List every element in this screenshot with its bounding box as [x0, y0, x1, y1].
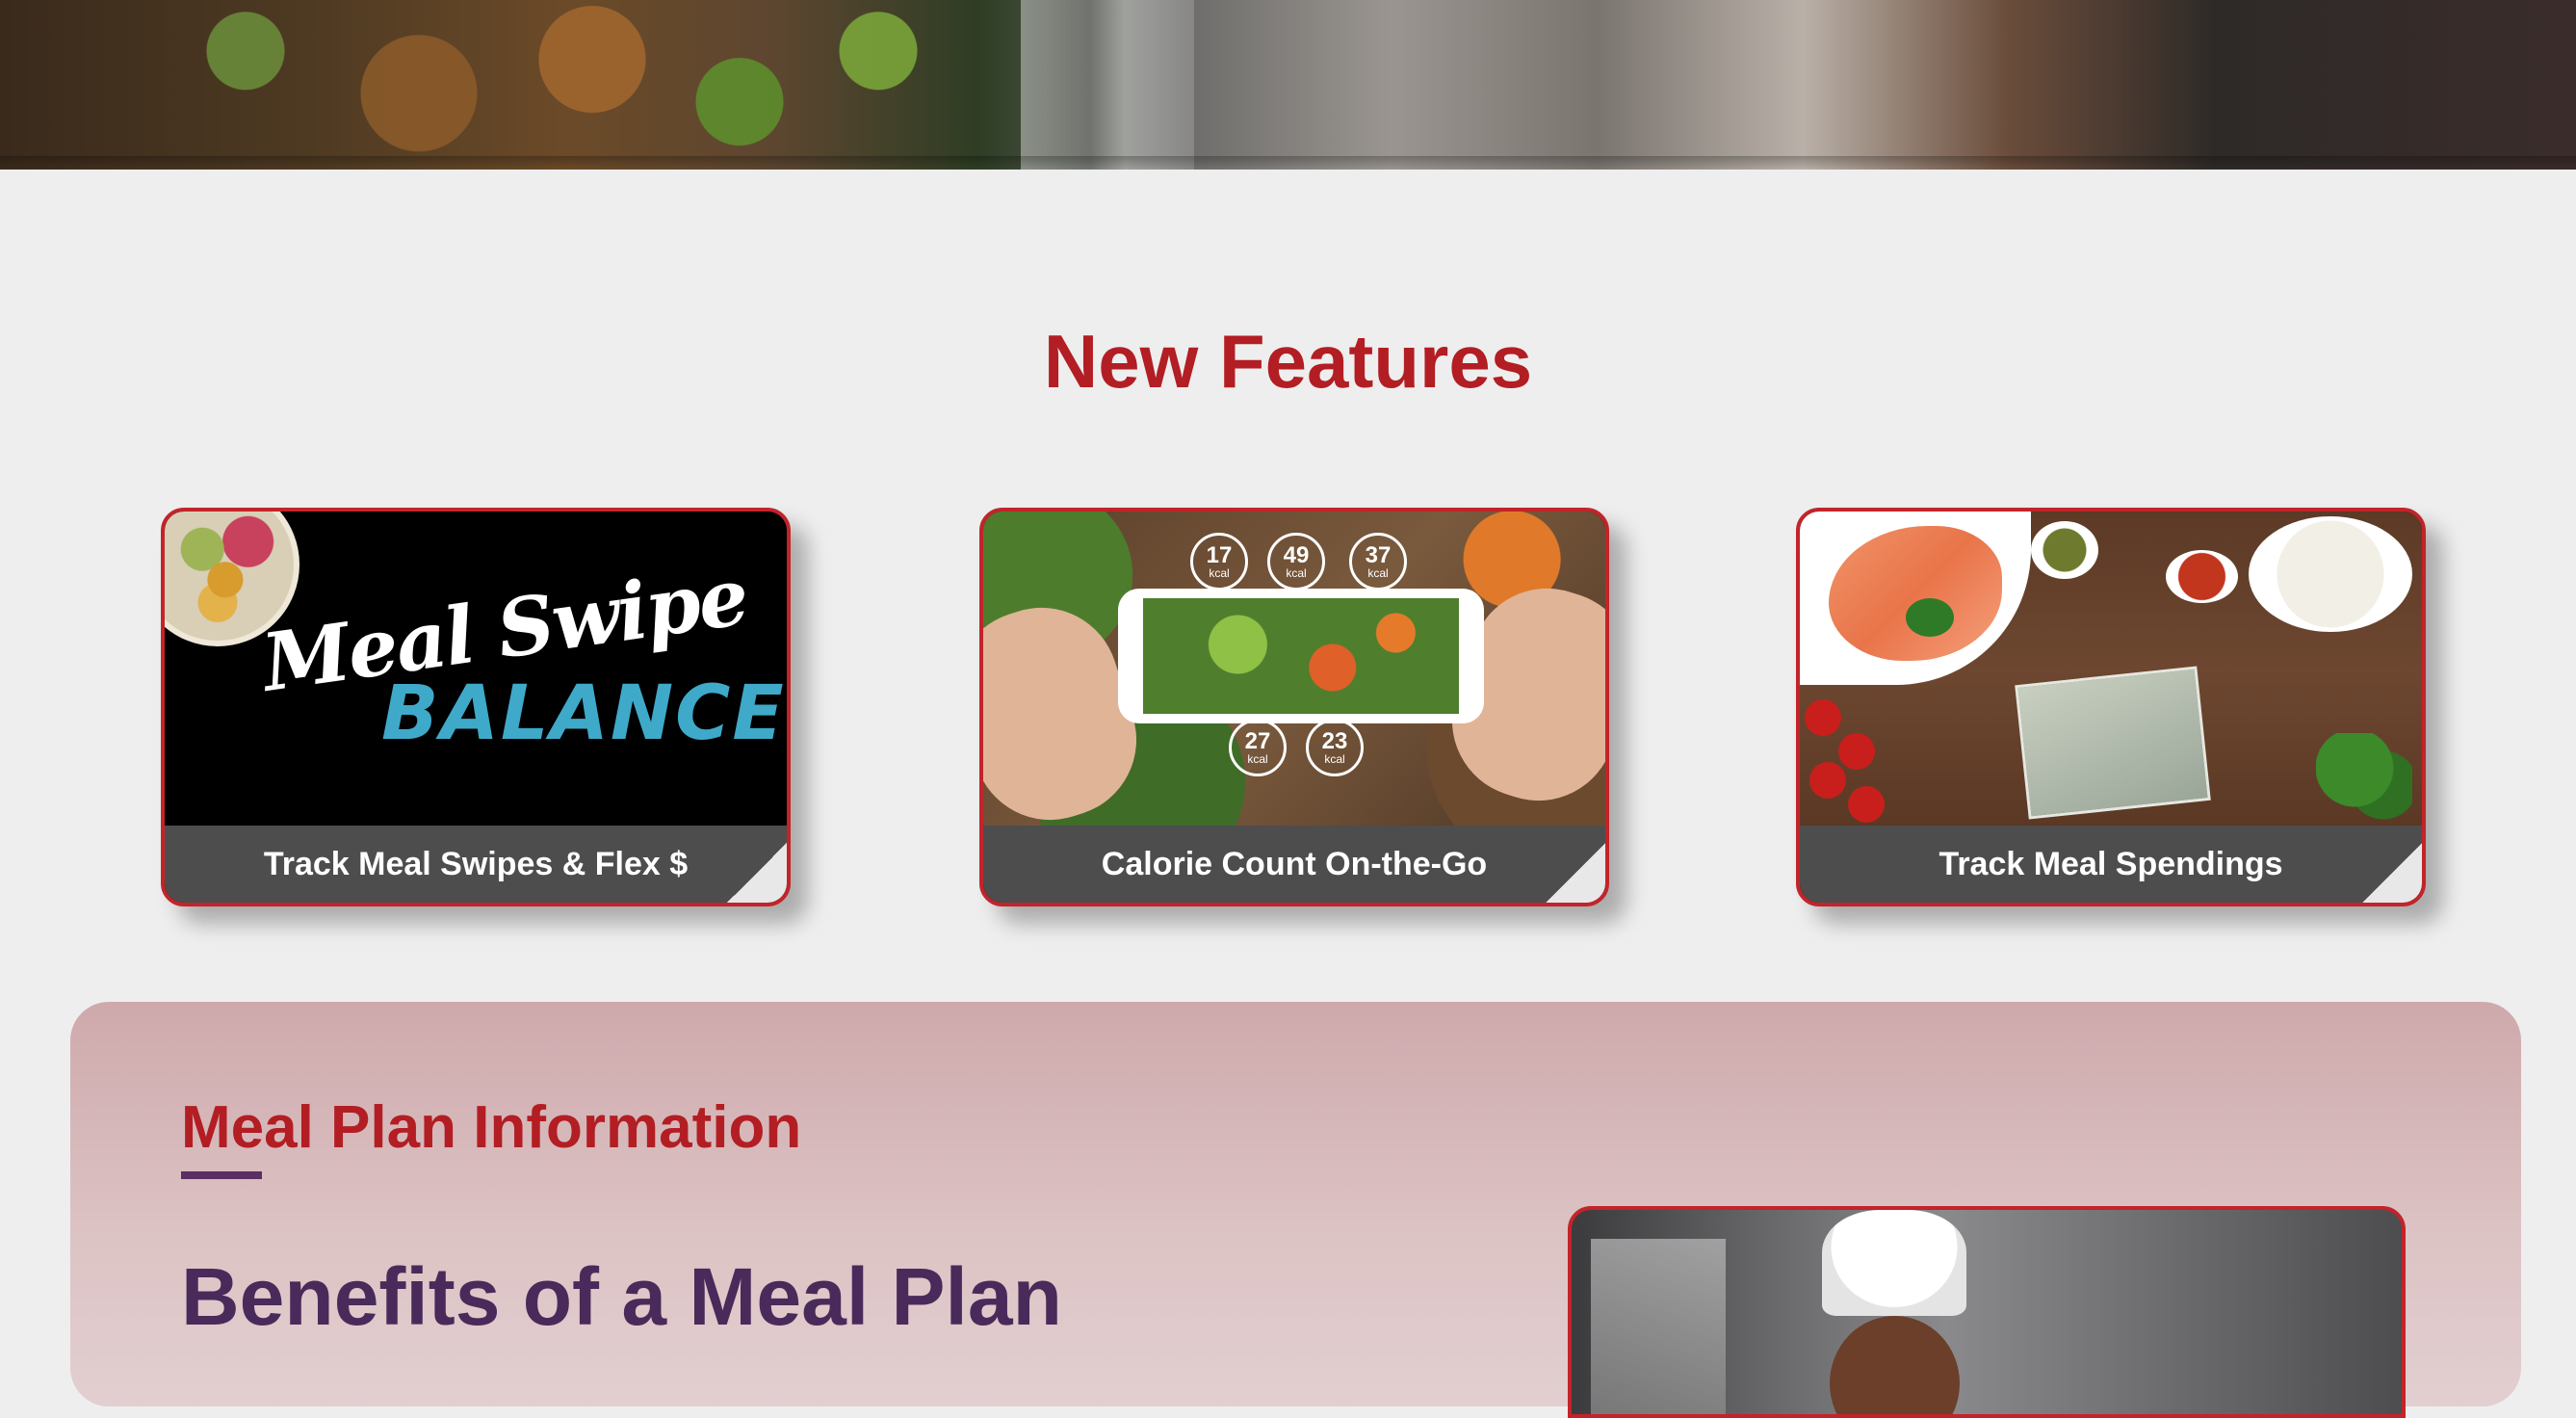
- meal-swipe-balance-image: Meal Swipe BALANCE: [165, 512, 787, 829]
- cash-bills-graphic: [2015, 666, 2211, 820]
- chef-image: [1568, 1206, 2406, 1418]
- tomato-graphic: [1848, 786, 1885, 823]
- hero-banner-image: [0, 0, 2576, 170]
- meal-plan-heading: Meal Plan Information: [181, 1094, 802, 1161]
- page-curl-decoration: [1542, 839, 1605, 903]
- feature-caption: Track Meal Spendings: [1800, 826, 2422, 903]
- kcal-badge: 27 kcal: [1229, 719, 1287, 776]
- heading-underline: [181, 1171, 262, 1179]
- page-curl-decoration: [2358, 839, 2422, 903]
- tomato-graphic: [1838, 733, 1875, 770]
- serving-pan-decoration: [1021, 0, 1194, 170]
- kcal-badge: 17 kcal: [1190, 533, 1248, 591]
- page-curl-decoration: [723, 839, 787, 903]
- tomato-graphic: [1809, 762, 1846, 799]
- feature-card-calorie-count[interactable]: 17 kcal 49 kcal 37 kcal 27 kcal 23 kcal Calor…: [979, 508, 1609, 906]
- chef-face-graphic: [1830, 1316, 1960, 1414]
- feature-caption: Track Meal Swipes & Flex $: [165, 826, 787, 903]
- phone-vegetables-image: 17 kcal 49 kcal 37 kcal 27 kcal 23 kcal: [983, 512, 1605, 829]
- kcal-badge: 23 kcal: [1306, 719, 1364, 776]
- banner-shadow: [0, 156, 2576, 170]
- feature-card-meal-swipes[interactable]: Meal Swipe BALANCE Track Meal Swipes & F…: [161, 508, 791, 906]
- spice-bowl-graphic: [2166, 550, 2238, 603]
- meal-plan-section: Meal Plan Information Benefits of a Meal…: [70, 1002, 2521, 1418]
- chef-hat-graphic: [1822, 1210, 1966, 1316]
- phone-graphic: [1118, 589, 1484, 723]
- broccoli-graphic: [2316, 733, 2412, 820]
- feature-card-meal-spendings[interactable]: Track Meal Spendings: [1796, 508, 2426, 906]
- phone-screen: [1143, 598, 1459, 714]
- salmon-cash-image: [1800, 512, 2422, 829]
- kcal-badge: 37 kcal: [1349, 533, 1407, 591]
- spice-bowl-graphic: [2031, 521, 2098, 579]
- food-tray-decoration: [116, 0, 982, 170]
- kcal-badge: 49 kcal: [1267, 533, 1325, 591]
- kitchen-shelf-graphic: [1591, 1239, 1726, 1414]
- tomato-graphic: [1805, 699, 1841, 736]
- feature-caption: Calorie Count On-the-Go: [983, 826, 1605, 903]
- new-features-title: New Features: [1043, 319, 1533, 404]
- benefits-heading: Benefits of a Meal Plan: [181, 1251, 1062, 1342]
- balance-text: BALANCE: [381, 670, 786, 757]
- rice-bowl-graphic: [2249, 516, 2412, 632]
- basil-graphic: [1906, 598, 1954, 637]
